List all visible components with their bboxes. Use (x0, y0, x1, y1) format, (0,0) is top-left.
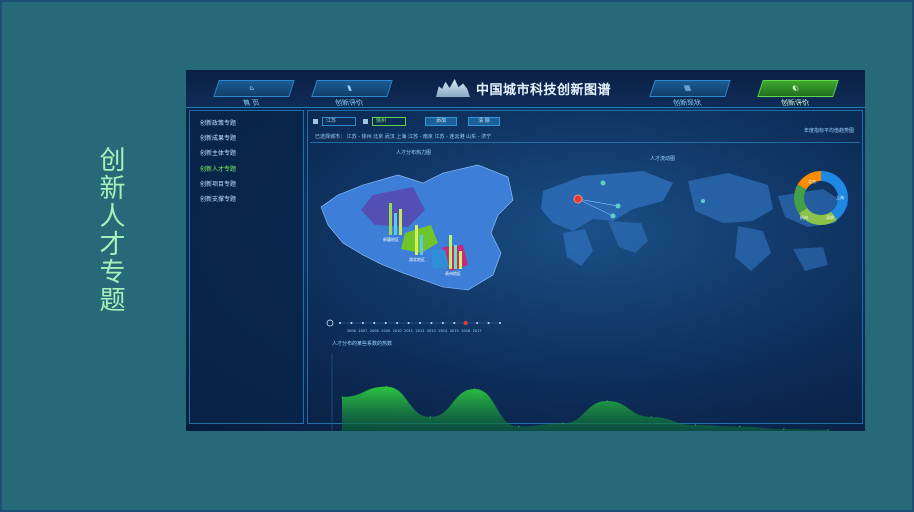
area-point (827, 429, 829, 431)
timeline-year-label[interactable]: 2013 (427, 329, 436, 333)
timeline-year-label[interactable]: 2009 (381, 329, 390, 333)
nav-status-label: 创新现状 (672, 99, 703, 107)
main-panel: 江苏 徐州 添加 清 除 年度指标平均值趋势图 已选择城市： 江苏 - 徐州 北… (307, 110, 863, 431)
clear-button[interactable]: 清 除 (468, 117, 500, 126)
selected-cities-label: 已选择城市： (315, 134, 346, 140)
timeline-dot[interactable] (384, 322, 387, 324)
timeline-dot[interactable] (339, 322, 341, 324)
timeline-dot[interactable] (361, 322, 364, 324)
area-point (429, 416, 431, 418)
slide-title: 创新人才专题 (95, 146, 125, 314)
area-point (341, 396, 343, 398)
selected-cities-list: 江苏 - 徐州 北京 武汉 上海 江苏 - 南京 江苏 - 连云港 山东 - 济… (346, 134, 492, 140)
timeline-dot[interactable] (373, 322, 376, 324)
donut-chart[interactable]: 北京 上海 深圳 杭州 (786, 163, 856, 233)
add-button[interactable]: 添加 (425, 117, 457, 126)
timeline-year-label[interactable]: 2015 (450, 329, 459, 333)
skyline-logo-icon (436, 79, 470, 97)
timeline-dot[interactable] (487, 322, 490, 324)
sidebar-item-achievement[interactable]: 创新成果专题 (200, 133, 236, 142)
timeline-dot[interactable] (453, 322, 456, 324)
bar-label-xinjiang: 新疆地区 (383, 236, 399, 242)
nav-home-label: 首 页 (241, 99, 261, 107)
selected-cities: 已选择城市： 江苏 - 徐州 北京 武汉 上海 江苏 - 南京 江苏 - 连云港… (315, 133, 491, 140)
timeline-dot[interactable] (407, 322, 410, 324)
origin-marker[interactable] (573, 194, 583, 204)
area-point (694, 424, 697, 426)
china-heat-map[interactable]: 新疆地区 湖北地区 贵州地区 (313, 155, 523, 295)
nav-evaluation-2-label: 创新评价 (780, 99, 811, 107)
donut-label-hangzhou: 杭州 (800, 214, 808, 220)
nav-status-button[interactable]: ▦ 创新现状 (649, 80, 731, 107)
sidebar: 创新政策专题 创新成果专题 创新主体专题 创新人才专题 创新项目专题 创新支撑专… (189, 110, 304, 424)
area-series (342, 386, 828, 431)
area-point (562, 422, 564, 424)
area-point (473, 388, 476, 390)
app-screenshot: ⌂ 首 页 ▮ 创新评价 中国城市科技创新图谱 ▦ 创新现状 ◐ 创新评价 创新… (186, 70, 865, 431)
area-chart-title: 人才分布的某些系数的热数 (332, 340, 392, 347)
timeline-dot[interactable] (430, 322, 433, 324)
bar-chart-icon: ▮ (346, 84, 353, 92)
donut-label-shenzhen: 深圳 (826, 214, 834, 220)
timeline-dot[interactable] (396, 322, 399, 324)
area-point (783, 428, 785, 430)
globe-icon: ◐ (791, 84, 800, 92)
sidebar-item-support[interactable]: 创新支撑专题 (200, 194, 236, 203)
flow-node[interactable] (600, 180, 606, 186)
sidebar-item-talent[interactable]: 创新人才专题 (200, 164, 236, 173)
flow-node[interactable] (701, 199, 705, 203)
timeline-year-label[interactable]: 2011 (404, 329, 413, 333)
area-point (606, 400, 608, 402)
province-checkbox[interactable] (313, 119, 318, 124)
area-point (518, 426, 520, 428)
timeline-year-label[interactable]: 2017 (473, 329, 482, 333)
timeline-year-label[interactable]: 2006 (347, 329, 356, 333)
nav-evaluation-label: 创新评价 (334, 99, 365, 107)
timeline-year-label[interactable]: 2016 (461, 329, 470, 333)
donut-label-shanghai: 上海 (836, 194, 844, 200)
area-point (739, 426, 741, 428)
flow-node[interactable] (610, 213, 616, 219)
timeline-dot[interactable] (441, 322, 444, 324)
timeline-year-label[interactable]: 2014 (438, 329, 448, 333)
bar-label-guizhou: 贵州地区 (445, 270, 461, 276)
timeline-year-label[interactable]: 2010 (393, 329, 402, 333)
app-title: 中国城市科技创新图谱 (436, 77, 626, 99)
divider (310, 142, 860, 143)
nav-evaluation-2-button[interactable]: ◐ 创新评价 (757, 80, 839, 107)
flow-node[interactable] (615, 203, 621, 209)
province-select[interactable]: 江苏 (322, 117, 356, 126)
sidebar-item-project[interactable]: 创新项目专题 (200, 179, 236, 188)
timeline-year-label[interactable]: 2007 (358, 329, 367, 333)
talent-area-chart: 人才分布的某些系数的热数2006 2007 2008 2009 2010 2011 2012… (331, 340, 829, 431)
grid-icon: ▦ (682, 84, 693, 92)
timeline-play-button[interactable] (326, 319, 334, 327)
city-checkbox[interactable] (363, 119, 368, 124)
timeline-year-label[interactable]: 2012 (416, 329, 425, 333)
timeline-dot[interactable] (499, 322, 501, 324)
area-point (650, 416, 652, 418)
city-select[interactable]: 徐州 (372, 117, 406, 126)
bar-label-hubei: 湖北地区 (409, 256, 425, 262)
nav-home-button[interactable]: ⌂ 首 页 (213, 80, 295, 107)
nav-evaluation-button[interactable]: ▮ 创新评价 (311, 80, 393, 107)
donut-label-beijing: 北京 (808, 178, 816, 184)
timeline-dot[interactable] (476, 322, 479, 324)
home-icon: ⌂ (247, 84, 255, 92)
trend-chart-label: 年度指标平均值趋势图 (803, 128, 854, 134)
app-title-text: 中国城市科技创新图谱 (476, 82, 612, 98)
timeline-dot[interactable] (419, 322, 421, 324)
timeline-year-label[interactable]: 2008 (370, 329, 379, 333)
year-timeline[interactable]: 2006 2007 2008 2009 2010 2011 2012 2013 2014 2015… (326, 319, 506, 335)
timeline-dot[interactable] (350, 322, 353, 324)
filter-row: 江苏 徐州 添加 清 除 (313, 117, 563, 127)
top-navigation: ⌂ 首 页 ▮ 创新评价 中国城市科技创新图谱 ▦ 创新现状 ◐ 创新评价 (186, 70, 865, 108)
sidebar-item-policy[interactable]: 创新政策专题 (200, 118, 236, 127)
timeline-active-dot[interactable] (463, 320, 468, 326)
area-point (385, 386, 387, 388)
sidebar-item-entity[interactable]: 创新主体专题 (200, 148, 236, 157)
